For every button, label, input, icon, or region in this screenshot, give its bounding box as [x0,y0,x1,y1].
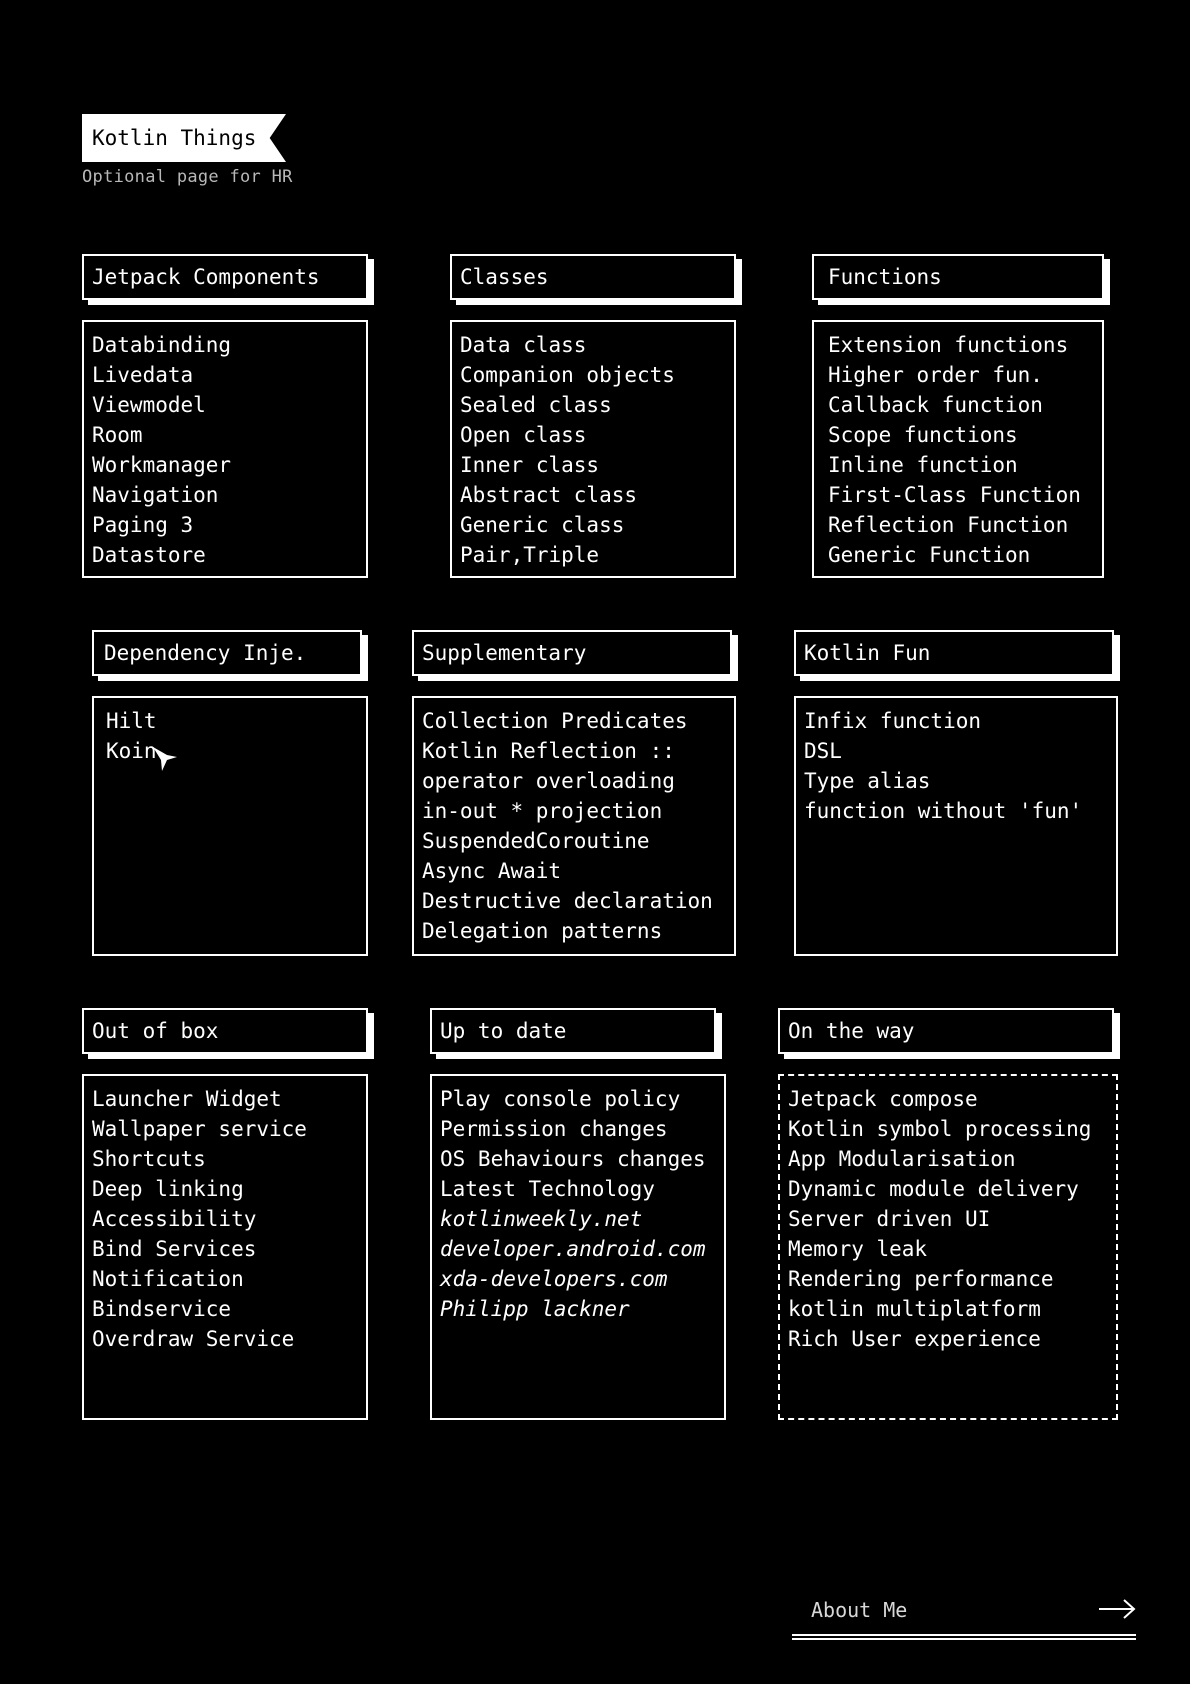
list-item: Wallpaper service [92,1117,307,1141]
list-item: Viewmodel [92,393,206,417]
list-item: Type alias [804,769,931,793]
list-item: Callback function [828,393,1043,417]
list-item: Inner class [460,453,600,477]
section-list-on-the-way: Jetpack compose Kotlin symbol processing… [778,1074,1118,1420]
list-item: Extension functions [828,333,1069,357]
section-list-functions: Extension functions Higher order fun. Ca… [812,320,1104,578]
list-item: Paging 3 [92,513,194,537]
page-subtitle: Optional page for HR [82,167,293,187]
list-item: Launcher Widget [92,1087,282,1111]
list-item: Infix function [804,709,982,733]
list-item: Deep linking [92,1177,244,1201]
list-item: Open class [460,423,587,447]
list-item: operator overloading [422,769,675,793]
list-item: Databinding [92,333,232,357]
list-item: Rendering performance [788,1267,1054,1291]
list-item: Hilt [106,709,157,733]
resource-link-kotlinweekly[interactable]: kotlinweekly.net [440,1204,724,1234]
list-item: in-out * projection [422,799,663,823]
list-item: Delegation patterns [422,919,663,943]
section-list-supplementary: Collection Predicates Kotlin Reflection … [412,696,736,956]
about-me-link[interactable]: About Me [792,1590,1136,1640]
list-item: Play console policy [440,1087,681,1111]
list-item: Bindservice [92,1297,232,1321]
list-item: Livedata [92,363,194,387]
list-item: function without 'fun' [804,799,1083,823]
list-item: OS Behaviours changes [440,1147,706,1171]
resource-link-philipp-lackner[interactable]: Philipp lackner [440,1294,724,1324]
list-item: Data class [460,333,587,357]
list-item: Companion objects [460,363,675,387]
section-header-jetpack-components: Jetpack Components [82,254,368,300]
list-item: Overdraw Service [92,1327,295,1351]
list-item: Collection Predicates [422,709,688,733]
list-item: Scope functions [828,423,1018,447]
section-header-supplementary: Supplementary [412,630,732,676]
page-title: Kotlin Things [82,114,286,162]
list-item: Permission changes [440,1117,668,1141]
section-list-up-to-date: Play console policy Permission changes O… [430,1074,726,1420]
list-item: Datastore [92,543,206,567]
list-item: Room [92,423,143,447]
list-item: Generic class [460,513,625,537]
resource-link-xda-developers[interactable]: xda-developers.com [440,1264,724,1294]
arrow-right-icon [1099,1599,1136,1619]
list-item: Async Await [422,859,562,883]
section-header-kotlin-fun: Kotlin Fun [794,630,1114,676]
about-me-label: About Me [811,1598,908,1622]
list-item: Generic Function [828,543,1031,567]
list-item: Inline function [828,453,1018,477]
list-item: SuspendedCoroutine [422,829,650,853]
section-header-on-the-way: On the way [778,1008,1114,1054]
list-item: DSL [804,739,842,763]
list-item: Shortcuts [92,1147,206,1171]
list-item: Memory leak [788,1237,928,1261]
section-header-dependency-injection: Dependency Inje. [92,630,362,676]
list-item: Server driven UI [788,1207,991,1231]
section-header-out-of-box: Out of box [82,1008,368,1054]
section-header-up-to-date: Up to date [430,1008,716,1054]
list-item: kotlin multiplatform [788,1297,1041,1321]
resource-link-developer-android[interactable]: developer.android.com [440,1234,724,1264]
list-item: Destructive declaration [422,889,713,913]
list-item: Sealed class [460,393,612,417]
list-item: Jetpack compose [788,1087,978,1111]
list-item: Accessibility [92,1207,257,1231]
section-list-classes: Data class Companion objects Sealed clas… [450,320,736,578]
list-item: Dynamic module delivery [788,1177,1079,1201]
list-item: Koin [106,739,157,763]
list-item: Rich User experience [788,1327,1041,1351]
list-item: Notification [92,1267,244,1291]
cursor-sparkle-icon [153,747,177,771]
list-item: First-Class Function [828,483,1081,507]
section-list-jetpack-components: Databinding Livedata Viewmodel Room Work… [82,320,368,578]
list-item: Workmanager [92,453,232,477]
list-item: Navigation [92,483,219,507]
list-item: Abstract class [460,483,638,507]
list-item: Pair,Triple [460,543,600,567]
section-list-out-of-box: Launcher Widget Wallpaper service Shortc… [82,1074,368,1420]
section-list-kotlin-fun: Infix function DSL Type alias function w… [794,696,1118,956]
list-item: Reflection Function [828,513,1069,537]
list-item: Higher order fun. [828,363,1043,387]
list-item: Kotlin symbol processing [788,1117,1092,1141]
section-header-functions: Functions [812,254,1104,300]
list-item: App Modularisation [788,1147,1016,1171]
list-item: Latest Technology [440,1177,655,1201]
section-header-classes: Classes [450,254,736,300]
list-item: Kotlin Reflection :: [422,739,675,763]
list-item: Bind Services [92,1237,257,1261]
section-list-dependency-injection: Hilt Koin [92,696,368,956]
